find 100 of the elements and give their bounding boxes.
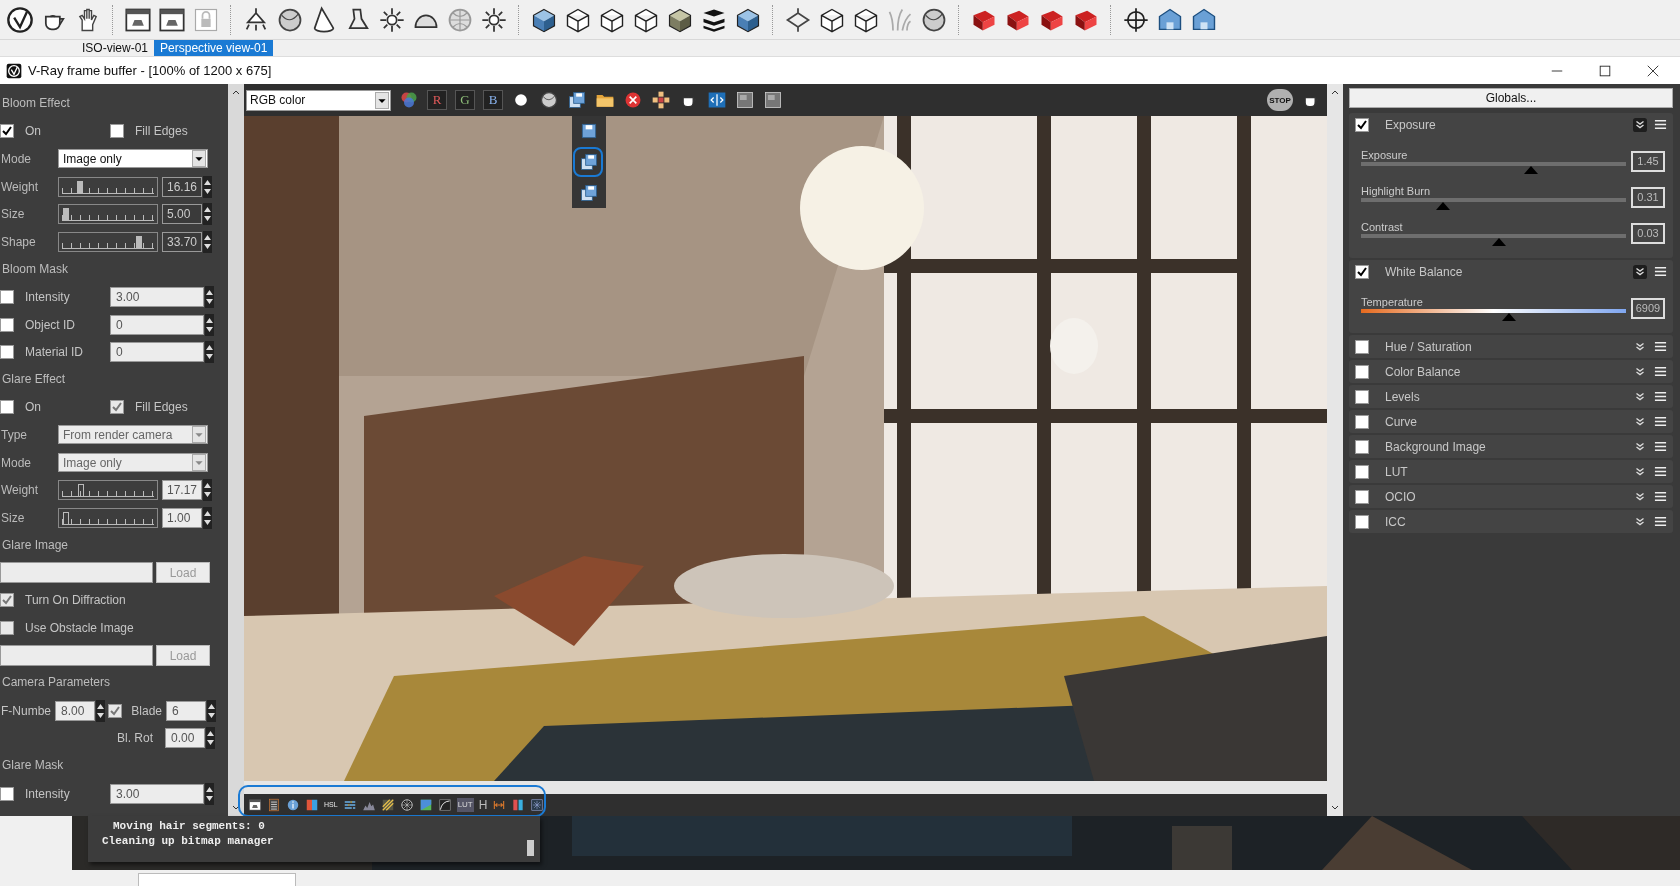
checkbox[interactable] [1355, 364, 1369, 379]
slider-thumb[interactable] [1491, 238, 1506, 246]
sun-icon[interactable] [378, 5, 406, 34]
scene-tab[interactable]: ISO-view-01 [76, 40, 155, 56]
input-field[interactable]: 3.00 [110, 783, 204, 804]
expand-icon[interactable] [1633, 117, 1647, 132]
checkbox[interactable] [0, 345, 14, 360]
color-bars-icon[interactable] [511, 798, 526, 812]
spin-button[interactable] [203, 203, 212, 226]
checkbox[interactable] [0, 786, 14, 801]
checkbox[interactable] [1355, 464, 1369, 479]
number-field[interactable]: 5.00 [162, 204, 202, 225]
scrollbar[interactable] [244, 781, 1327, 794]
input-field[interactable]: 0 [110, 342, 204, 363]
checkbox[interactable] [0, 621, 14, 636]
input-field[interactable]: 6 [166, 700, 206, 721]
spin-button[interactable] [203, 506, 212, 529]
slider-thumb[interactable] [1436, 202, 1451, 210]
value-field[interactable]: 0.03 [1631, 223, 1665, 244]
input-field[interactable]: 0.00 [165, 728, 205, 749]
stripes-icon[interactable] [380, 798, 395, 812]
crosshair-icon[interactable] [1122, 5, 1150, 34]
clear-icon[interactable] [623, 90, 643, 110]
number-field[interactable]: 1.00 [162, 507, 202, 528]
expand-icon[interactable] [1633, 264, 1647, 279]
menu-icon[interactable] [1654, 118, 1667, 131]
spin-button[interactable] [207, 699, 216, 722]
wheel-icon[interactable] [399, 798, 414, 812]
scrollbar-thumb[interactable] [527, 840, 534, 856]
checkbox[interactable] [1355, 489, 1369, 504]
checkbox[interactable] [1355, 117, 1369, 132]
file-path-field[interactable] [0, 645, 153, 667]
list-icon[interactable] [267, 798, 281, 812]
save-stack-icon[interactable] [579, 182, 599, 203]
number-field[interactable]: 17.17 [162, 480, 202, 501]
maximize-icon[interactable] [1598, 63, 1612, 78]
slider-thumb[interactable] [1523, 166, 1538, 174]
compare-icon[interactable] [707, 90, 727, 110]
channel-button[interactable]: R [427, 90, 447, 110]
checkbox[interactable] [1355, 264, 1369, 279]
menu-icon[interactable] [1654, 415, 1667, 428]
toolbar-button[interactable]: LUT [456, 798, 474, 812]
checkbox[interactable] [0, 124, 14, 139]
image-icon[interactable] [418, 798, 433, 812]
gradient-icon[interactable] [305, 798, 319, 812]
channel-button[interactable]: G [455, 90, 475, 110]
slider[interactable] [58, 204, 158, 225]
globals-button[interactable]: Globals... [1349, 88, 1673, 108]
menu-icon[interactable] [1654, 340, 1667, 353]
slider[interactable] [58, 507, 158, 528]
slider[interactable] [58, 480, 158, 501]
checkbox[interactable] [1355, 339, 1369, 354]
menu-icon[interactable] [1654, 515, 1667, 528]
scene-tab[interactable]: Perspective view-01 [154, 40, 274, 56]
spin-button[interactable] [203, 175, 212, 198]
channel-dropdown[interactable]: RGB color [246, 89, 391, 111]
checkbox[interactable] [0, 400, 14, 415]
close-icon[interactable] [1646, 63, 1660, 78]
save-stack-icon[interactable] [579, 152, 599, 172]
checkbox[interactable] [108, 703, 122, 718]
checkbox[interactable] [110, 400, 124, 415]
bars-icon[interactable] [342, 798, 357, 812]
checkbox[interactable] [1355, 439, 1369, 454]
info-icon[interactable] [286, 798, 300, 812]
frame-icon[interactable] [530, 798, 545, 812]
spin-button[interactable] [205, 313, 214, 336]
spin-button[interactable] [203, 479, 212, 502]
input-field[interactable]: 8.00 [55, 700, 95, 721]
slider-thumb[interactable] [1502, 313, 1517, 321]
value-field[interactable]: 6909 [1631, 298, 1665, 319]
number-field[interactable]: 33.70 [162, 231, 202, 252]
number-field[interactable]: 16.16 [162, 176, 202, 197]
sun-icon[interactable] [480, 5, 508, 34]
scrollbar[interactable] [228, 84, 244, 816]
stretch-icon[interactable] [492, 798, 507, 812]
menu-icon[interactable] [1654, 465, 1667, 478]
scrollbar[interactable] [1327, 84, 1343, 816]
save-stack-icon[interactable] [567, 90, 587, 110]
logo-icon[interactable] [6, 5, 34, 34]
file-path-field[interactable] [0, 562, 153, 584]
spin-button[interactable] [206, 727, 215, 750]
spin-button[interactable] [203, 230, 212, 253]
grid-icon[interactable] [651, 90, 671, 110]
spin-button[interactable] [205, 341, 214, 364]
checkbox[interactable] [1355, 514, 1369, 529]
slider[interactable] [58, 231, 158, 252]
checkbox[interactable] [0, 317, 14, 332]
menu-icon[interactable] [1654, 390, 1667, 403]
curve-icon[interactable] [437, 798, 452, 812]
input-field[interactable]: 0 [110, 314, 204, 335]
square-icon[interactable] [735, 90, 755, 110]
menu-icon[interactable] [1654, 265, 1667, 278]
checkbox[interactable] [1355, 414, 1369, 429]
checkbox[interactable] [0, 593, 14, 608]
input-field[interactable]: 3.00 [110, 286, 204, 307]
menu-icon[interactable] [1654, 490, 1667, 503]
caret-icon[interactable] [192, 150, 206, 168]
checkbox[interactable] [1355, 389, 1369, 404]
spin-button[interactable] [205, 285, 214, 308]
mode-dropdown[interactable]: Image only [58, 149, 208, 169]
